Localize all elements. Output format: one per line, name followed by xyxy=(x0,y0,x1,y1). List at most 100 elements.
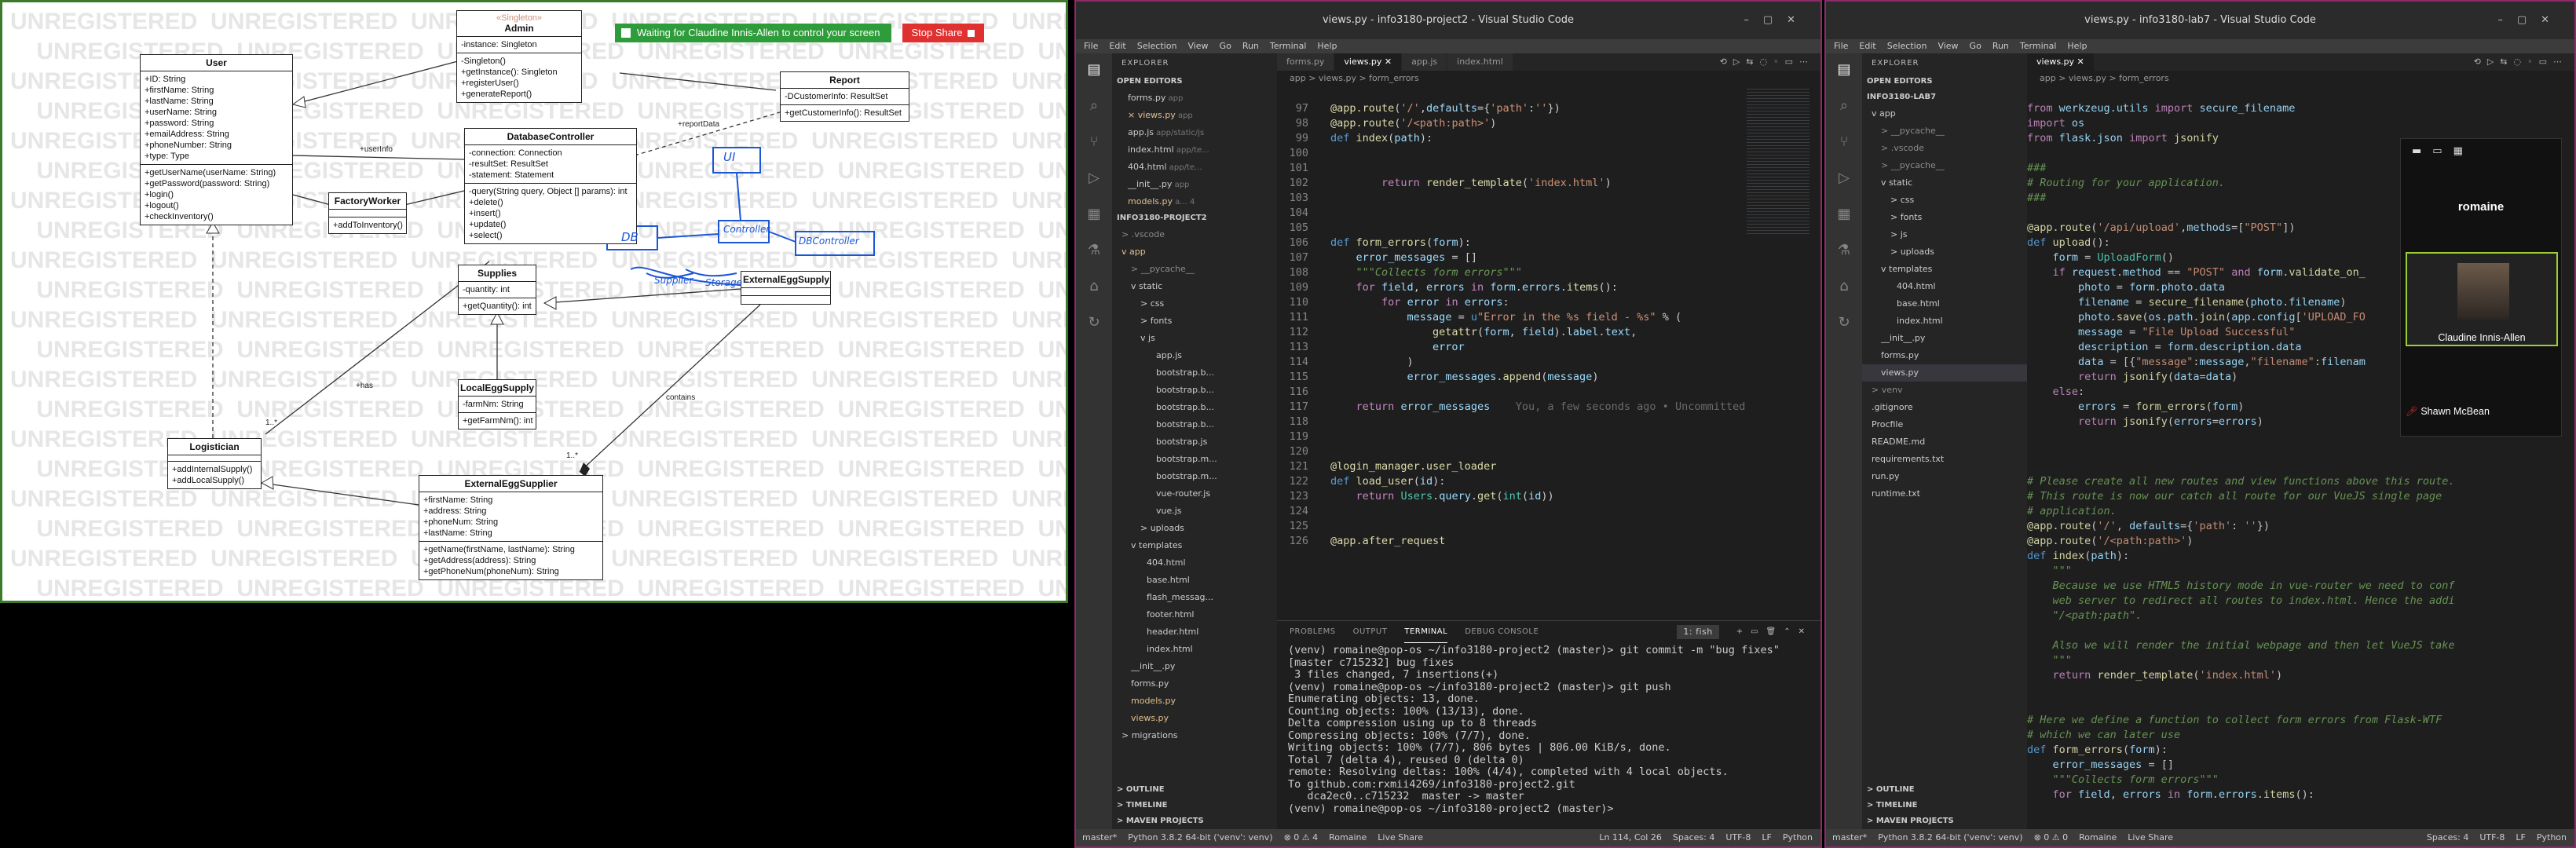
menu-bar[interactable]: File Edit Selection View Go Run Terminal Help xyxy=(1076,39,1820,53)
explorer-icon[interactable]: ▤ xyxy=(1835,61,1853,79)
extensions-icon[interactable]: ▦ xyxy=(1085,206,1103,223)
file-tree-item[interactable]: > fonts xyxy=(1112,313,1277,330)
terminal-select[interactable]: 1: fish xyxy=(1677,625,1719,639)
extensions-icon[interactable]: ▦ xyxy=(1835,206,1853,223)
open-editor-item[interactable]: index.html app/te... xyxy=(1112,141,1277,159)
remote-icon[interactable]: ⌂ xyxy=(1085,278,1103,295)
editor-tab[interactable]: views.py ✕ xyxy=(2027,53,2095,71)
sidebar-section-maven-projects[interactable]: > MAVEN PROJECTS xyxy=(1112,813,1277,829)
file-tree-item[interactable]: v templates xyxy=(1862,261,2027,278)
status-item[interactable]: master* xyxy=(1082,829,1117,846)
breadcrumb[interactable]: app > views.py > form_errors xyxy=(1277,71,1820,86)
code-view[interactable]: 97 @app.route('/',defaults={'path':''}) 9… xyxy=(1277,86,1820,564)
search-icon[interactable]: ⌕ xyxy=(1085,97,1103,115)
file-tree-item[interactable]: > css xyxy=(1112,295,1277,313)
file-tree-item[interactable]: v templates xyxy=(1112,537,1277,554)
file-tree-item[interactable]: run.py xyxy=(1862,468,2027,485)
file-tree-item[interactable]: > css xyxy=(1862,192,2027,209)
status-bar[interactable]: master* Python 3.8.2 64-bit ('venv': venv… xyxy=(1826,829,2574,846)
sidebar-section-outline[interactable]: > OUTLINE xyxy=(1862,782,2027,798)
menu-item-file[interactable]: File xyxy=(1834,39,1848,53)
status-item[interactable]: Spaces: 4 xyxy=(1673,829,1714,846)
breadcrumb[interactable]: app > views.py > form_errors xyxy=(2027,71,2574,86)
status-bar[interactable]: master* Python 3.8.2 64-bit ('venv': venv… xyxy=(1076,829,1820,846)
file-tree-item[interactable]: vue.js xyxy=(1112,503,1277,520)
tile-view-icon[interactable]: ▦ xyxy=(2453,145,2463,157)
call-controls[interactable]: ▬ ▭ ▦ xyxy=(2401,139,2561,163)
screen-share-view[interactable]: UNREGISTERED UNREGISTERED UNREGISTERED U… xyxy=(0,0,1068,603)
menu-item-help[interactable]: Help xyxy=(2067,39,2087,53)
file-tree-item[interactable]: footer.html xyxy=(1112,606,1277,623)
file-tree-item[interactable]: v js xyxy=(1112,330,1277,347)
activity-bar[interactable]: ▤ ⌕ ⑂ ▷ ▦ ⚗ ⌂ ↻ xyxy=(1076,53,1112,829)
live-share-icon[interactable]: ↻ xyxy=(1835,314,1853,331)
menu-item-file[interactable]: File xyxy=(1084,39,1098,53)
terminal-output[interactable]: (venv) romaine@pop-os ~/info3180-project… xyxy=(1277,643,1820,817)
menu-item-selection[interactable]: Selection xyxy=(1887,39,1927,53)
file-tree-item[interactable]: base.html xyxy=(1862,295,2027,313)
menu-item-help[interactable]: Help xyxy=(1317,39,1337,53)
explorer-sidebar[interactable]: EXPLORER OPEN EDITORS INFO3180-LAB7 v ap… xyxy=(1862,53,2027,829)
file-tree-item[interactable]: v static xyxy=(1112,278,1277,295)
file-tree-item[interactable]: bootstrap.m... xyxy=(1112,468,1277,485)
file-tree-item[interactable]: base.html xyxy=(1112,572,1277,589)
file-tree[interactable]: v app > __pycache__ > .vscode > __pycache__… xyxy=(1862,105,2027,503)
editor-tab[interactable]: app.js xyxy=(1402,53,1448,71)
status-item[interactable]: ⊗ 0 ⚠ 0 xyxy=(2034,829,2069,846)
stop-share-button[interactable]: Stop Share xyxy=(902,24,984,42)
menu-item-go[interactable]: Go xyxy=(1970,39,1981,53)
file-tree-item[interactable]: > migrations xyxy=(1112,727,1277,744)
other-participant[interactable]: 🎤︎ Shawn McBean xyxy=(2406,406,2490,418)
file-tree-item[interactable]: forms.py xyxy=(1112,675,1277,693)
status-item[interactable]: Live Share xyxy=(2128,829,2173,846)
status-item[interactable]: UTF-8 xyxy=(2479,829,2505,846)
sidebar-section-timeline[interactable]: > TIMELINE xyxy=(1862,798,2027,813)
run-debug-icon[interactable]: ▷ xyxy=(1835,170,1853,187)
status-item[interactable]: UTF-8 xyxy=(1725,829,1751,846)
editor-tabs[interactable]: forms.py views.py ✕ app.js index.html ⟲▷⇆◌◦▭… xyxy=(1277,53,1820,71)
status-item[interactable]: LF xyxy=(1762,829,1771,846)
explorer-icon[interactable]: ▤ xyxy=(1085,61,1103,79)
sidebar-section-timeline[interactable]: > TIMELINE xyxy=(1112,798,1277,813)
activity-bar[interactable]: ▤ ⌕ ⑂ ▷ ▦ ⚗ ⌂ ↻ xyxy=(1826,53,1862,829)
status-item[interactable]: Python xyxy=(1783,829,1813,846)
file-tree-item[interactable]: app.js xyxy=(1112,347,1277,364)
file-tree-item[interactable]: v static xyxy=(1862,174,2027,192)
sidebar-bottom-sections[interactable]: > OUTLINE > TIMELINE > MAVEN PROJECTS xyxy=(1862,782,2027,829)
window-controls[interactable]: –▢✕ xyxy=(1744,2,1809,39)
sidebar-section-outline[interactable]: > OUTLINE xyxy=(1112,782,1277,798)
file-tree-item[interactable]: __init__.py xyxy=(1862,330,2027,347)
panel-tab-terminal[interactable]: TERMINAL xyxy=(1404,621,1448,643)
editor-actions[interactable]: ⟲▷⇆◌◦▭⋯ xyxy=(2474,53,2574,71)
file-tree-item[interactable]: bootstrap.b... xyxy=(1112,382,1277,399)
explorer-sidebar[interactable]: EXPLORER OPEN EDITORS forms.py app × view… xyxy=(1112,53,1277,829)
file-tree-item[interactable]: index.html xyxy=(1862,313,2027,330)
status-item[interactable]: Python 3.8.2 64-bit ('venv': venv) xyxy=(1878,829,2022,846)
menu-item-view[interactable]: View xyxy=(1937,39,1958,53)
minimize-icon[interactable]: ▬ xyxy=(2412,145,2421,157)
file-tree-item[interactable]: 404.html xyxy=(1862,278,2027,295)
open-editor-item[interactable]: models.py a... 4 xyxy=(1112,193,1277,210)
run-debug-icon[interactable]: ▷ xyxy=(1085,170,1103,187)
file-tree-item[interactable]: views.py xyxy=(1112,710,1277,727)
window-controls[interactable]: –▢✕ xyxy=(2497,2,2563,39)
vscode-window-project2[interactable]: views.py - info3180-project2 - Visual St… xyxy=(1074,0,1822,848)
file-tree-item[interactable]: runtime.txt xyxy=(1862,485,2027,503)
status-item[interactable]: master* xyxy=(1832,829,1867,846)
search-icon[interactable]: ⌕ xyxy=(1835,97,1853,115)
testing-icon[interactable]: ⚗ xyxy=(1835,242,1853,259)
file-tree-item[interactable]: bootstrap.b... xyxy=(1112,364,1277,382)
file-tree-item[interactable]: > uploads xyxy=(1112,520,1277,537)
menu-item-run[interactable]: Run xyxy=(1992,39,2009,53)
menu-item-view[interactable]: View xyxy=(1187,39,1208,53)
status-item[interactable]: ⊗ 0 ⚠ 4 xyxy=(1284,829,1319,846)
file-tree-item[interactable]: forms.py xyxy=(1862,347,2027,364)
editor-tabs[interactable]: views.py ✕ ⟲▷⇆◌◦▭⋯ xyxy=(2027,53,2574,71)
menu-bar[interactable]: File Edit Selection View Go Run Terminal Help xyxy=(1826,39,2574,53)
file-tree-item[interactable]: v app xyxy=(1862,105,2027,122)
file-tree-item[interactable]: header.html xyxy=(1112,623,1277,641)
open-editor-item[interactable]: __init__.py app xyxy=(1112,176,1277,193)
sidebar-bottom-sections[interactable]: > OUTLINE > TIMELINE > MAVEN PROJECTS xyxy=(1112,782,1277,829)
file-tree-item[interactable]: index.html xyxy=(1112,641,1277,658)
file-tree-item[interactable]: bootstrap.b... xyxy=(1112,416,1277,433)
